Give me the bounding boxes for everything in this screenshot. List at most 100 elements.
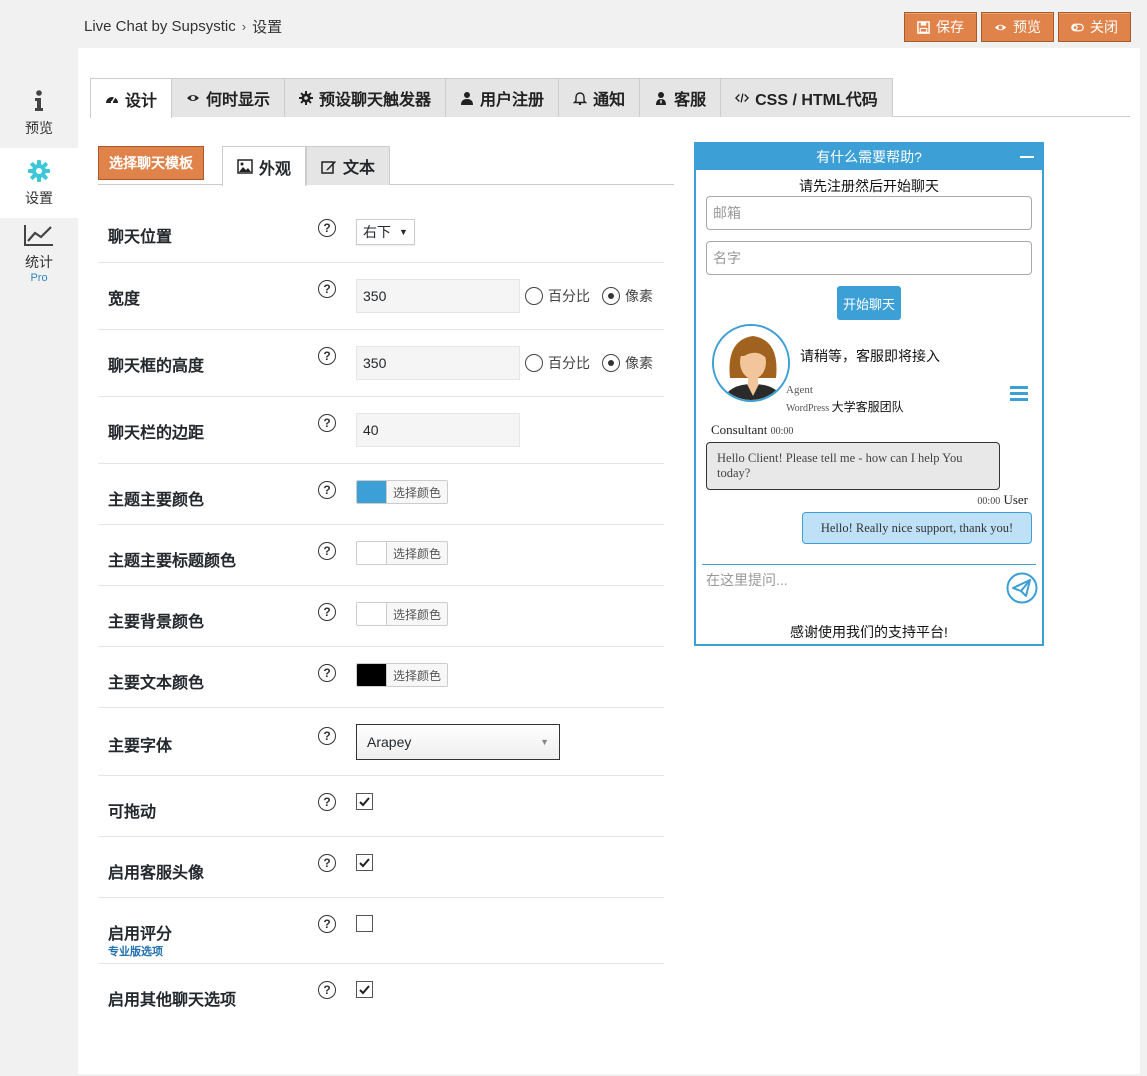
thanks-message: 感谢使用我们的支持平台! <box>790 624 948 640</box>
title-color-picker[interactable]: 选择颜色 <box>356 541 449 565</box>
code-icon <box>735 93 750 103</box>
consultant-message: Hello Client! Please tell me - how can I… <box>706 442 1000 490</box>
team-name: 大学客服团队 <box>831 400 904 414</box>
help-icon[interactable]: ? <box>318 280 336 298</box>
other-options-checkbox[interactable] <box>356 981 373 998</box>
tab-when-show[interactable]: 何时显示 <box>171 78 286 117</box>
draggable-checkbox[interactable] <box>356 793 373 810</box>
tab-triggers[interactable]: 预设聊天触发器 <box>284 78 447 117</box>
text-color-picker[interactable]: 选择颜色 <box>356 663 449 687</box>
consultant-time: 00:00 <box>770 426 794 437</box>
tab-label: 客服 <box>674 92 707 109</box>
width-input[interactable]: 350 <box>356 279 520 313</box>
eye-icon <box>187 95 200 101</box>
start-chat-button[interactable]: 开始聊天 <box>837 286 901 320</box>
field-label: 启用其他聊天选项 <box>108 992 237 1009</box>
help-icon[interactable]: ? <box>318 981 336 999</box>
tab-css-html[interactable]: CSS / HTML代码 <box>720 78 893 117</box>
chat-email-input[interactable]: 邮箱 <box>706 196 1032 230</box>
subtab-label: 外观 <box>259 160 292 178</box>
radio-circle <box>525 354 543 372</box>
help-icon[interactable]: ? <box>318 219 336 237</box>
help-icon[interactable]: ? <box>318 542 336 560</box>
margin-input[interactable]: 40 <box>356 413 520 447</box>
help-icon[interactable]: ? <box>318 727 336 745</box>
help-icon[interactable]: ? <box>318 414 336 432</box>
field-label: 宽度 <box>108 291 141 308</box>
tab-design[interactable]: 设计 <box>90 78 173 118</box>
nav-item-settings[interactable]: 设置 <box>0 148 78 218</box>
width-percent-radio[interactable]: 百分比 <box>525 286 590 306</box>
height-input[interactable]: 350 <box>356 346 520 380</box>
help-icon[interactable]: ? <box>318 664 336 682</box>
field-margin: 聊天栏的边距 ? 40 <box>98 397 664 464</box>
tab-notifications[interactable]: 通知 <box>558 78 641 117</box>
help-icon[interactable]: ? <box>318 481 336 499</box>
color-swatch <box>357 542 387 564</box>
height-pixel-radio[interactable]: 像素 <box>602 353 653 373</box>
left-navigation: 预览 设置 统计 Pro <box>0 78 78 288</box>
help-icon[interactable]: ? <box>318 603 336 621</box>
field-text-color: 主要文本颜色 ? 选择颜色 <box>98 647 664 708</box>
breadcrumb-page: 设置 <box>252 19 283 36</box>
top-actions: 保存 预览 关闭 <box>904 12 1131 42</box>
breadcrumb-plugin[interactable]: Live Chat by Supsystic <box>84 18 236 35</box>
tab-text[interactable]: 文本 <box>306 146 391 185</box>
nav-item-stats[interactable]: 统计 Pro <box>0 218 78 288</box>
main-panel: 设计 何时显示 预设聊天触发器 用户注册 通知 客服 CSS / HTML代码 … <box>78 48 1140 1074</box>
floppy-icon <box>917 20 930 34</box>
send-icon[interactable] <box>1006 572 1038 604</box>
radio-label: 像素 <box>625 288 653 304</box>
divider <box>702 564 1036 565</box>
field-other-options: 启用其他聊天选项 ? <box>98 964 664 1026</box>
tab-user-registration[interactable]: 用户注册 <box>445 78 560 117</box>
bg-color-picker[interactable]: 选择颜色 <box>356 602 449 626</box>
preview-label: 预览 <box>1013 19 1041 35</box>
pro-option-link[interactable]: 专业版选项 <box>108 943 163 959</box>
nav-item-preview[interactable]: 预览 <box>0 78 78 148</box>
color-picker-label: 选择颜色 <box>387 603 448 625</box>
font-select[interactable]: Arapey ▼ <box>356 724 560 760</box>
agent-avatar-checkbox[interactable] <box>356 854 373 871</box>
main-tabs: 设计 何时显示 预设聊天触发器 用户注册 通知 客服 CSS / HTML代码 <box>90 78 1130 118</box>
height-percent-radio[interactable]: 百分比 <box>525 353 590 373</box>
color-picker-label: 选择颜色 <box>387 664 448 686</box>
design-subbar: 选择聊天模板 外观 文本 <box>98 146 674 186</box>
radio-circle <box>602 287 620 305</box>
user-name: User <box>1003 492 1028 507</box>
minimize-icon[interactable] <box>1020 156 1034 158</box>
color-swatch <box>357 603 387 625</box>
field-bg-color: 主要背景颜色 ? 选择颜色 <box>98 586 664 647</box>
chat-message-input[interactable]: 在这里提问... <box>706 570 788 590</box>
chat-position-select[interactable]: 右下 ▼ <box>356 219 415 245</box>
help-icon[interactable]: ? <box>318 347 336 365</box>
pro-badge: Pro <box>30 272 48 284</box>
color-picker-label: 选择颜色 <box>387 481 448 503</box>
rating-checkbox[interactable] <box>356 915 373 932</box>
chat-name-input[interactable]: 名字 <box>706 241 1032 275</box>
field-label: 启用评分 <box>108 926 173 943</box>
width-pixel-radio[interactable]: 像素 <box>602 286 653 306</box>
color-swatch <box>357 664 387 686</box>
help-icon[interactable]: ? <box>318 793 336 811</box>
tab-appearance[interactable]: 外观 <box>222 146 307 186</box>
help-icon[interactable]: ? <box>318 854 336 872</box>
field-height: 聊天框的高度 ? 350 百分比 像素 <box>98 330 664 397</box>
field-draggable: 可拖动 ? <box>98 776 664 837</box>
theme-color-picker[interactable]: 选择颜色 <box>356 480 449 504</box>
chat-header-title: 有什么需要帮助? <box>816 149 922 165</box>
user-icon <box>461 92 474 105</box>
chat-header[interactable]: 有什么需要帮助? <box>696 144 1042 170</box>
tab-agents[interactable]: 客服 <box>639 78 722 117</box>
help-icon[interactable]: ? <box>318 915 336 933</box>
check-icon <box>359 858 370 868</box>
agent-icon <box>656 92 667 105</box>
close-button[interactable]: 关闭 <box>1058 12 1131 42</box>
choose-template-button[interactable]: 选择聊天模板 <box>98 146 204 180</box>
save-button[interactable]: 保存 <box>904 12 977 42</box>
eye-icon <box>994 24 1007 30</box>
preview-button[interactable]: 预览 <box>981 12 1054 42</box>
nav-label-preview: 预览 <box>25 120 53 136</box>
hamburger-icon[interactable] <box>1010 386 1028 404</box>
field-label: 聊天位置 <box>108 229 173 246</box>
